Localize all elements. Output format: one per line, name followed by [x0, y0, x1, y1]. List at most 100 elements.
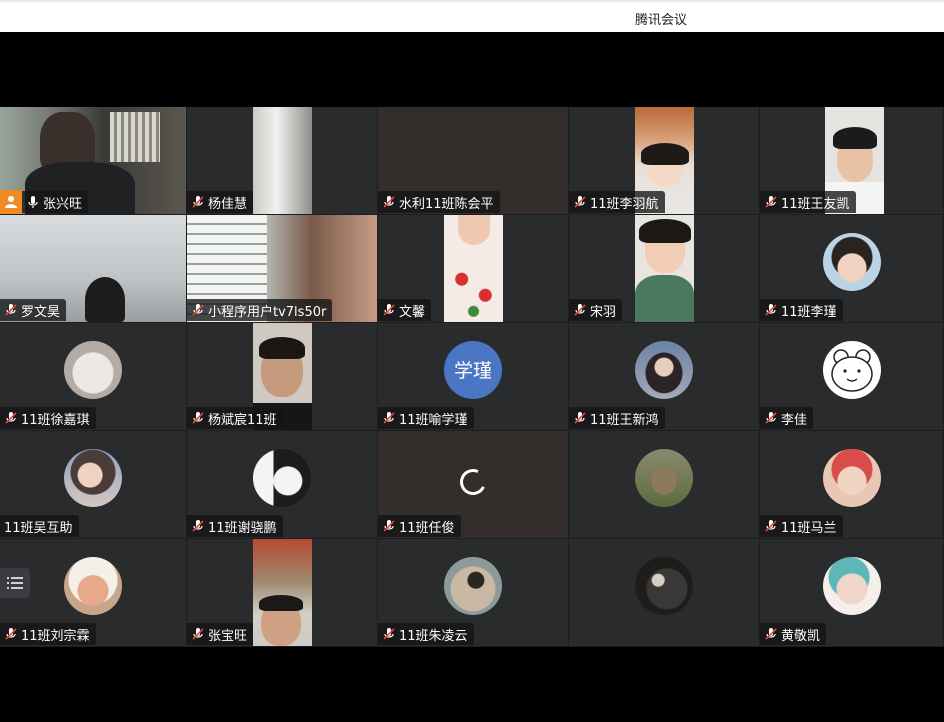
participant-name: 11班谢骁鹏: [208, 520, 277, 536]
participant-name: 张宝旺: [208, 628, 248, 644]
participant-label: 11班徐嘉琪: [0, 407, 96, 429]
participant-label: 11班王新鸿: [569, 407, 665, 429]
participant-name: 11班朱凌云: [399, 628, 468, 644]
participant-label: 小程序用户tv7ls50r: [187, 299, 333, 321]
participant-tile[interactable]: 小程序用户tv7ls50r: [187, 215, 378, 323]
participant-label: 宋羽: [569, 299, 623, 321]
participant-video: [444, 215, 503, 322]
participant-avatar: [822, 448, 881, 507]
mic-muted-icon: [574, 196, 586, 208]
participant-video: [635, 215, 694, 322]
participant-tile[interactable]: 水利11班陈会平: [378, 107, 569, 215]
participant-label: 11班谢骁鹏: [187, 515, 283, 537]
mic-muted-icon: [192, 304, 204, 316]
participant-tile[interactable]: 11班吴互助: [0, 431, 187, 539]
participant-avatar: [635, 556, 693, 615]
mic-muted-icon: [5, 628, 17, 640]
host-badge: [0, 190, 22, 214]
participant-label: 张宝旺: [187, 623, 254, 645]
loading-spinner-icon: [456, 464, 490, 499]
participant-name: 李佳: [781, 412, 808, 428]
participant-label: 张兴旺: [22, 191, 89, 213]
participant-tile[interactable]: 文馨: [378, 215, 569, 323]
participant-name: 11班马兰: [781, 520, 837, 536]
mic-muted-icon: [5, 304, 17, 316]
participant-avatar: [64, 556, 122, 615]
participant-name: 11班吴互助: [4, 520, 73, 536]
mic-muted-icon: [765, 412, 777, 424]
participant-avatar: [64, 340, 122, 399]
participant-label: 杨佳慧: [187, 191, 254, 213]
mic-muted-icon: [574, 412, 586, 424]
participant-label: 黄敬凯: [760, 623, 827, 645]
window-titlebar: 腾讯会议: [0, 0, 944, 32]
participant-avatar: 学瑾: [444, 340, 502, 399]
participant-label: 11班刘宗霖: [0, 623, 96, 645]
list-icon: [7, 577, 23, 589]
participant-label: 11班喻学瑾: [378, 407, 474, 429]
participant-tile[interactable]: 罗文昊: [0, 215, 187, 323]
participant-tile[interactable]: 11班王新鸿: [569, 323, 760, 431]
participant-label: 11班王友凯: [760, 191, 856, 213]
participant-name: 11班刘宗霖: [21, 628, 90, 644]
participant-tile[interactable]: 张宝旺: [187, 539, 378, 647]
participant-name: 杨佳慧: [208, 196, 248, 212]
participant-tile[interactable]: [569, 431, 760, 539]
participant-name: 11班李羽航: [590, 196, 659, 212]
mic-muted-icon: [574, 304, 586, 316]
mic-muted-icon: [383, 196, 395, 208]
person-icon: [5, 196, 17, 208]
participant-label: 11班任俊: [378, 515, 461, 537]
participant-tile[interactable]: 11班李瑾: [760, 215, 944, 323]
mic-muted-icon: [765, 304, 777, 316]
mic-muted-icon: [383, 520, 395, 532]
participant-tile[interactable]: 11班徐嘉琪: [0, 323, 187, 431]
participant-tile[interactable]: 宋羽: [569, 215, 760, 323]
mic-muted-icon: [765, 196, 777, 208]
participant-tile[interactable]: [569, 539, 760, 647]
participant-tile[interactable]: 11班马兰: [760, 431, 944, 539]
participant-tile[interactable]: 学瑾 11班喻学瑾: [378, 323, 569, 431]
participant-label: 11班吴互助: [0, 515, 79, 537]
mic-muted-icon: [5, 412, 17, 424]
mic-muted-icon: [383, 304, 395, 316]
participant-video: [253, 539, 312, 646]
participant-tile[interactable]: 11班李羽航: [569, 107, 760, 215]
participant-name: 宋羽: [590, 304, 617, 320]
participant-list-button[interactable]: [0, 568, 30, 598]
participant-name: 水利11班陈会平: [399, 196, 494, 212]
participant-name: 11班李瑾: [781, 304, 837, 320]
participant-avatar: [822, 556, 881, 615]
participant-label: 11班朱凌云: [378, 623, 474, 645]
participant-tile[interactable]: 11班王友凯: [760, 107, 944, 215]
participant-name: 罗文昊: [21, 304, 61, 320]
participant-video: [253, 107, 312, 214]
participant-name: 11班喻学瑾: [399, 412, 468, 428]
participant-tile[interactable]: 张兴旺: [0, 107, 187, 215]
video-grid: 张兴旺 杨佳慧 水利11班陈会平 11班李羽航 11班王友凯 罗文昊 小程序用户…: [0, 107, 944, 647]
participant-name: 小程序用户tv7ls50r: [208, 304, 327, 320]
participant-name: 11班王友凯: [781, 196, 850, 212]
participant-name: 文馨: [399, 304, 426, 320]
window-title: 腾讯会议: [635, 13, 688, 28]
participant-tile[interactable]: 杨佳慧: [187, 107, 378, 215]
participant-name: 11班徐嘉琪: [21, 412, 90, 428]
mic-muted-icon: [383, 412, 395, 424]
participant-tile[interactable]: 11班朱凌云: [378, 539, 569, 647]
participant-label: 11班李羽航: [569, 191, 665, 213]
participant-tile[interactable]: 杨斌宸11班: [187, 323, 378, 431]
mic-muted-icon: [765, 628, 777, 640]
mic-muted-icon: [765, 520, 777, 532]
participant-avatar: [822, 232, 881, 291]
participant-label: 11班马兰: [760, 515, 843, 537]
participant-label: 11班李瑾: [760, 299, 843, 321]
participant-tile[interactable]: 黄敬凯: [760, 539, 944, 647]
participant-tile[interactable]: 11班任俊: [378, 431, 569, 539]
participant-name: 黄敬凯: [781, 628, 821, 644]
participant-tile[interactable]: 11班谢骁鹏: [187, 431, 378, 539]
mic-muted-icon: [192, 520, 204, 532]
participant-name: 11班任俊: [399, 520, 455, 536]
participant-label: 文馨: [378, 299, 432, 321]
participant-label: 罗文昊: [0, 299, 67, 321]
participant-tile[interactable]: 李佳: [760, 323, 944, 431]
